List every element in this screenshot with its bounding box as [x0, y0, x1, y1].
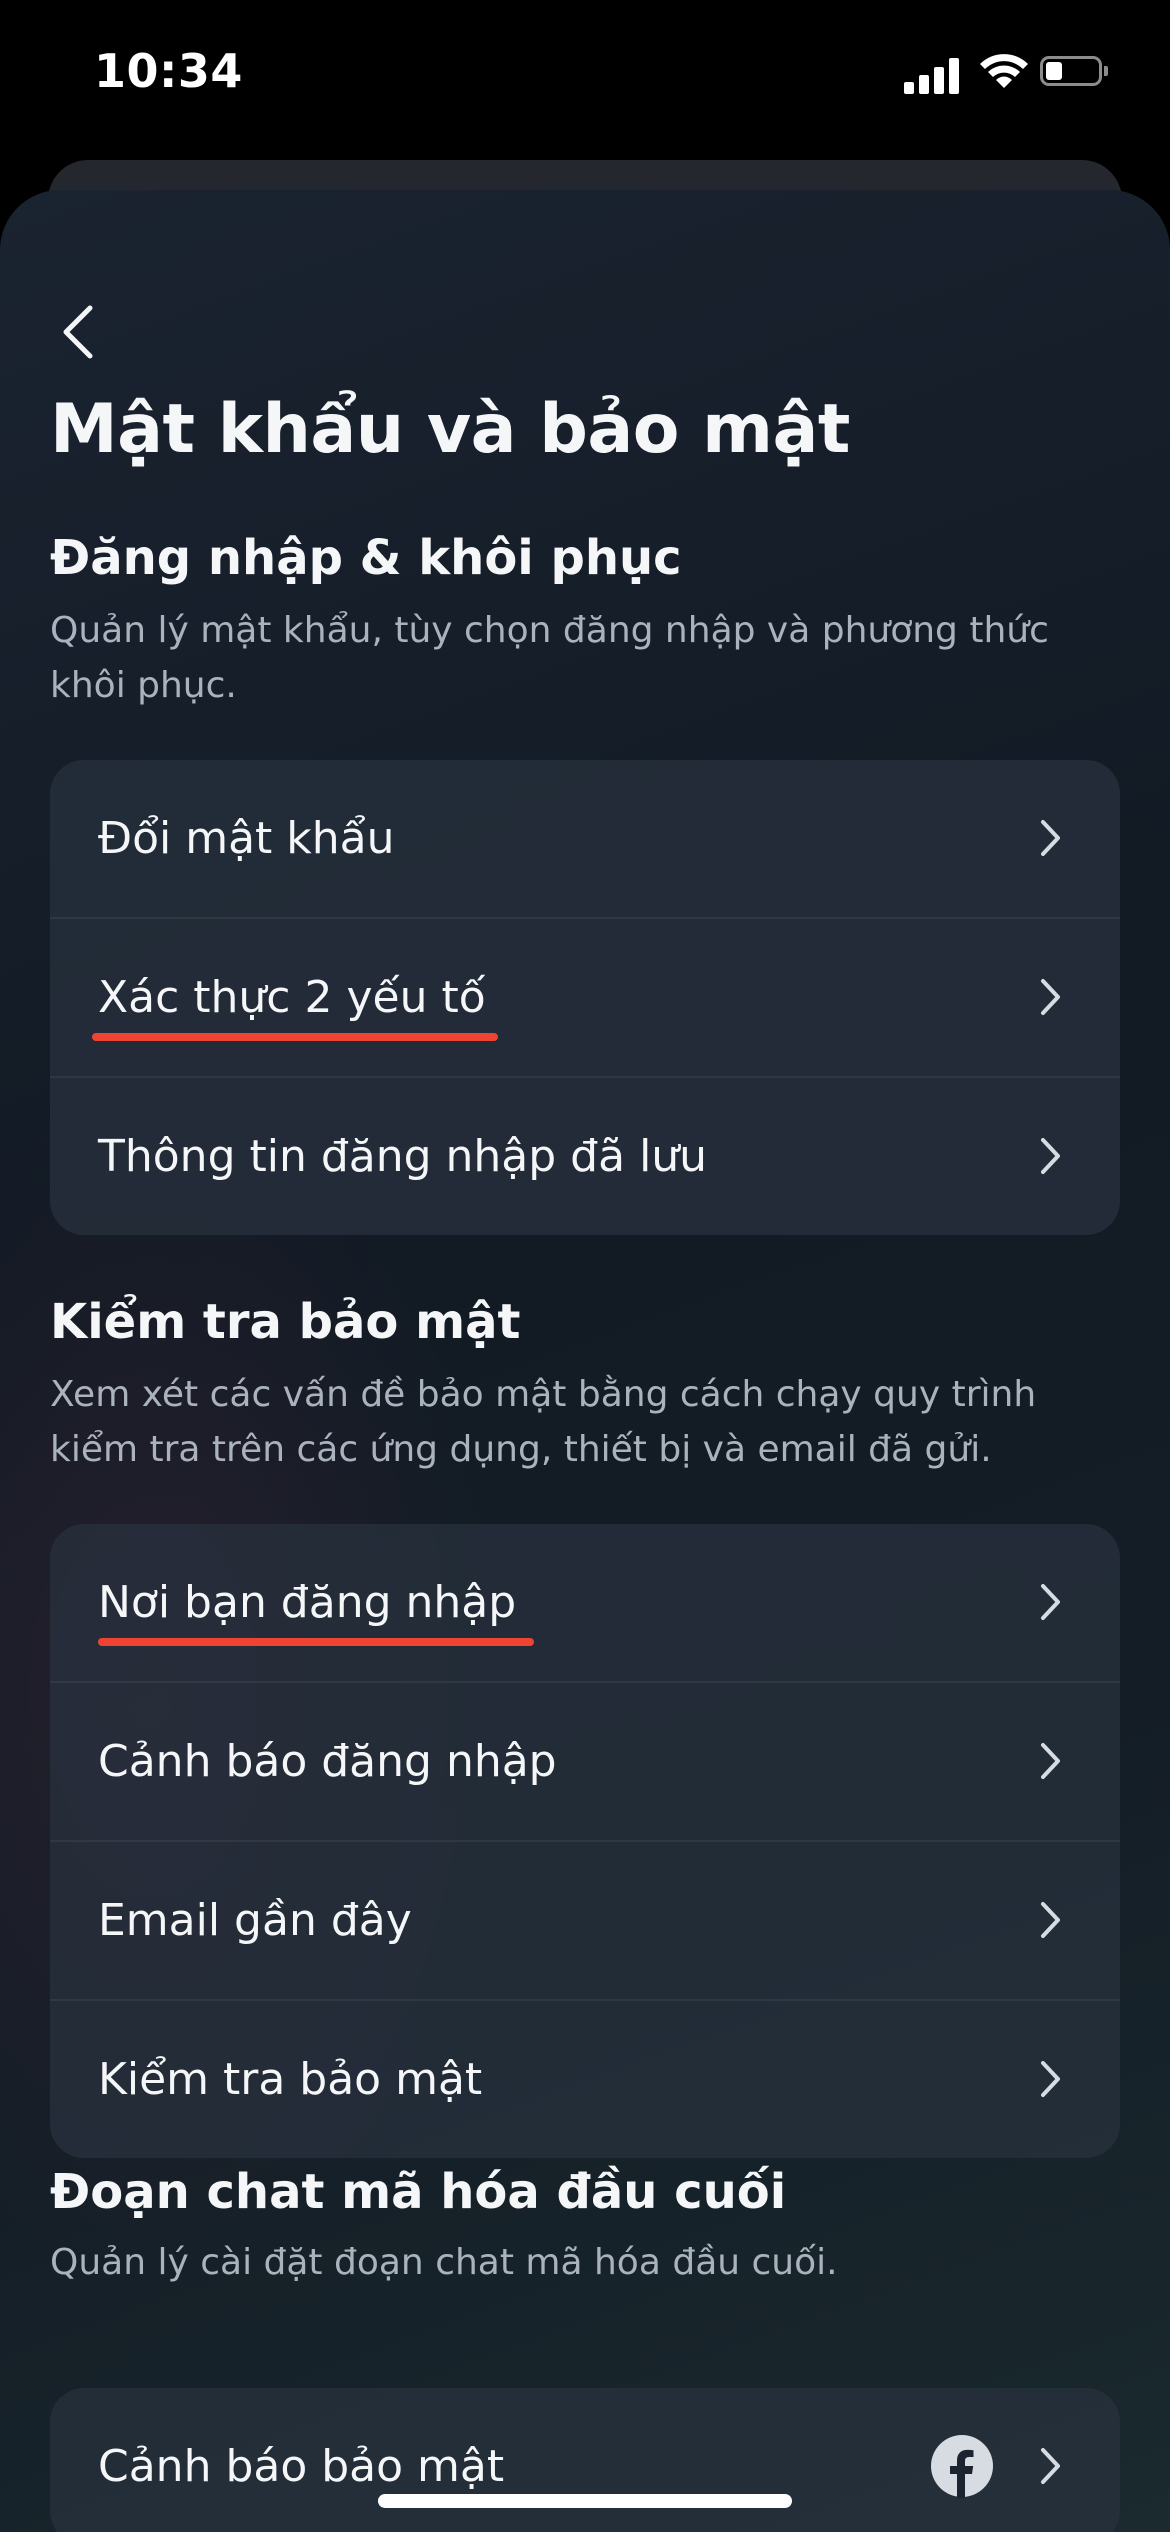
chevron-right-icon: [1041, 820, 1060, 856]
section-desc-login-recovery: Quản lý mật khẩu, tùy chọn đăng nhập và …: [50, 610, 1049, 706]
e2ee-chats-card: Cảnh báo bảo mật: [50, 2388, 1120, 2532]
section-title-login-recovery: Đăng nhập & khôi phục: [50, 530, 682, 586]
row-login-alerts[interactable]: Cảnh báo đăng nhập: [50, 1683, 1120, 1842]
home-indicator[interactable]: [378, 2494, 792, 2508]
section-desc-security-check: Xem xét các vấn đề bảo mật bằng cách chạ…: [50, 1374, 1037, 1470]
chevron-right-icon: [1041, 1138, 1060, 1174]
row-label: Cảnh báo bảo mật: [98, 2441, 505, 2492]
row-saved-login-info[interactable]: Thông tin đăng nhập đã lưu: [50, 1078, 1120, 1235]
chevron-right-icon: [1041, 2448, 1060, 2484]
chevron-right-icon: [1041, 979, 1060, 1015]
chevron-right-icon: [1041, 1902, 1060, 1938]
status-time: 10:34: [94, 44, 243, 98]
page-title: Mật khẩu và bảo mật: [50, 390, 850, 469]
section-title-security-check: Kiểm tra bảo mật: [50, 1294, 521, 1350]
row-label: Email gần đây: [98, 1895, 412, 1946]
row-label: Kiểm tra bảo mật: [98, 2054, 483, 2105]
wifi-icon: [980, 54, 1028, 88]
row-label: Đổi mật khẩu: [98, 813, 395, 864]
facebook-icon: [931, 2435, 993, 2498]
row-security-checkup[interactable]: Kiểm tra bảo mật: [50, 2001, 1120, 2158]
row-where-logged-in[interactable]: Nơi bạn đăng nhập: [50, 1524, 1120, 1683]
security-check-card: Nơi bạn đăng nhập Cảnh báo đăng nhập Ema…: [50, 1524, 1120, 2158]
row-label: Nơi bạn đăng nhập: [98, 1577, 517, 1628]
battery-icon: [1040, 56, 1108, 86]
row-change-password[interactable]: Đổi mật khẩu: [50, 760, 1120, 919]
chevron-right-icon: [1041, 1584, 1060, 1620]
login-recovery-card: Đổi mật khẩu Xác thực 2 yếu tố Thông tin…: [50, 760, 1120, 1235]
cellular-signal-icon: [904, 54, 960, 94]
section-desc-e2ee-chats: Quản lý cài đặt đoạn chat mã hóa đầu cuố…: [50, 2242, 838, 2283]
row-security-alerts[interactable]: Cảnh báo bảo mật: [50, 2388, 1120, 2532]
chevron-right-icon: [1041, 1743, 1060, 1779]
back-arrow-icon[interactable]: [56, 290, 116, 370]
settings-sheet: Mật khẩu và bảo mật Đăng nhập & khôi phụ…: [0, 190, 1170, 2532]
row-recent-emails[interactable]: Email gần đây: [50, 1842, 1120, 2001]
chevron-right-icon: [1041, 2061, 1060, 2097]
status-bar: 10:34: [0, 0, 1170, 150]
row-label: Thông tin đăng nhập đã lưu: [98, 1131, 708, 1182]
row-label: Xác thực 2 yếu tố: [98, 972, 486, 1023]
highlight-underline: [92, 1033, 498, 1041]
section-title-e2ee-chats: Đoạn chat mã hóa đầu cuối: [50, 2164, 787, 2220]
row-label: Cảnh báo đăng nhập: [98, 1736, 557, 1787]
row-two-factor-auth[interactable]: Xác thực 2 yếu tố: [50, 919, 1120, 1078]
highlight-underline: [98, 1638, 534, 1646]
